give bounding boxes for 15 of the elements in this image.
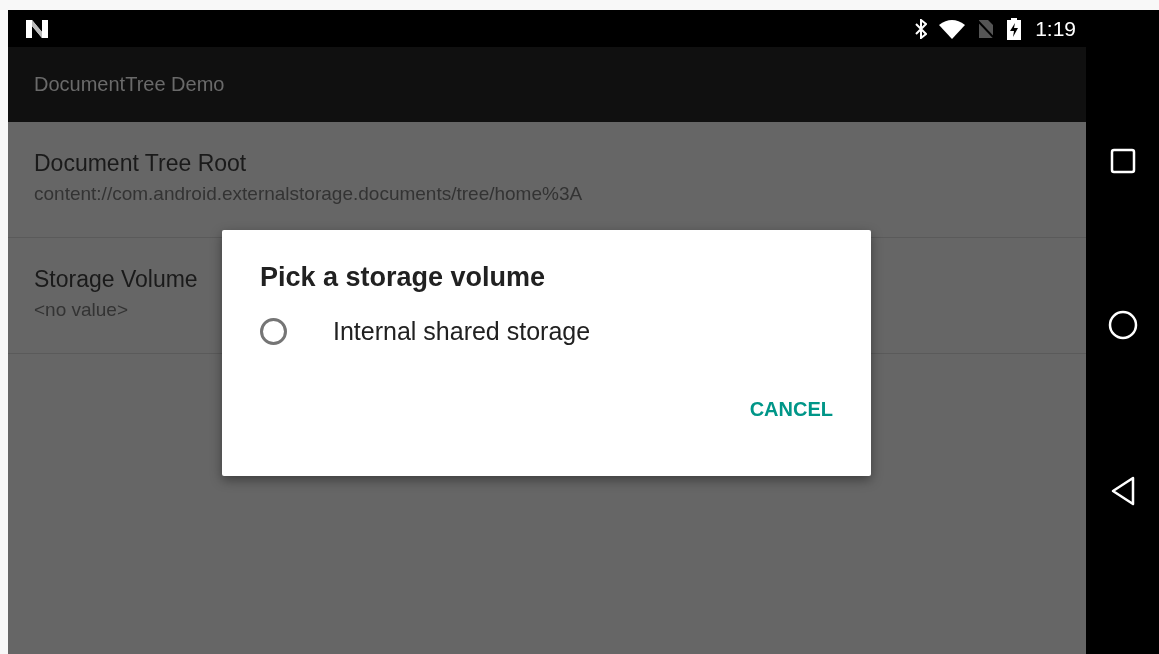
back-icon[interactable] [1109, 476, 1136, 506]
app-title: DocumentTree Demo [34, 73, 225, 96]
radio-button[interactable] [260, 318, 287, 345]
home-icon[interactable] [1107, 310, 1138, 340]
no-sim-icon [977, 18, 996, 39]
letter-n-logo-icon [26, 19, 48, 38]
clock-time: 1:19 [1035, 16, 1076, 41]
preference-title: Document Tree Root [34, 150, 247, 177]
option-label: Internal shared storage [333, 317, 591, 346]
recents-icon[interactable] [1109, 148, 1136, 174]
bluetooth-icon [915, 18, 928, 39]
battery-charging-icon [1007, 17, 1022, 40]
wifi-icon [939, 18, 966, 39]
dialog-title: Pick a storage volume [260, 262, 546, 293]
preference-title: Storage Volume [34, 266, 198, 293]
